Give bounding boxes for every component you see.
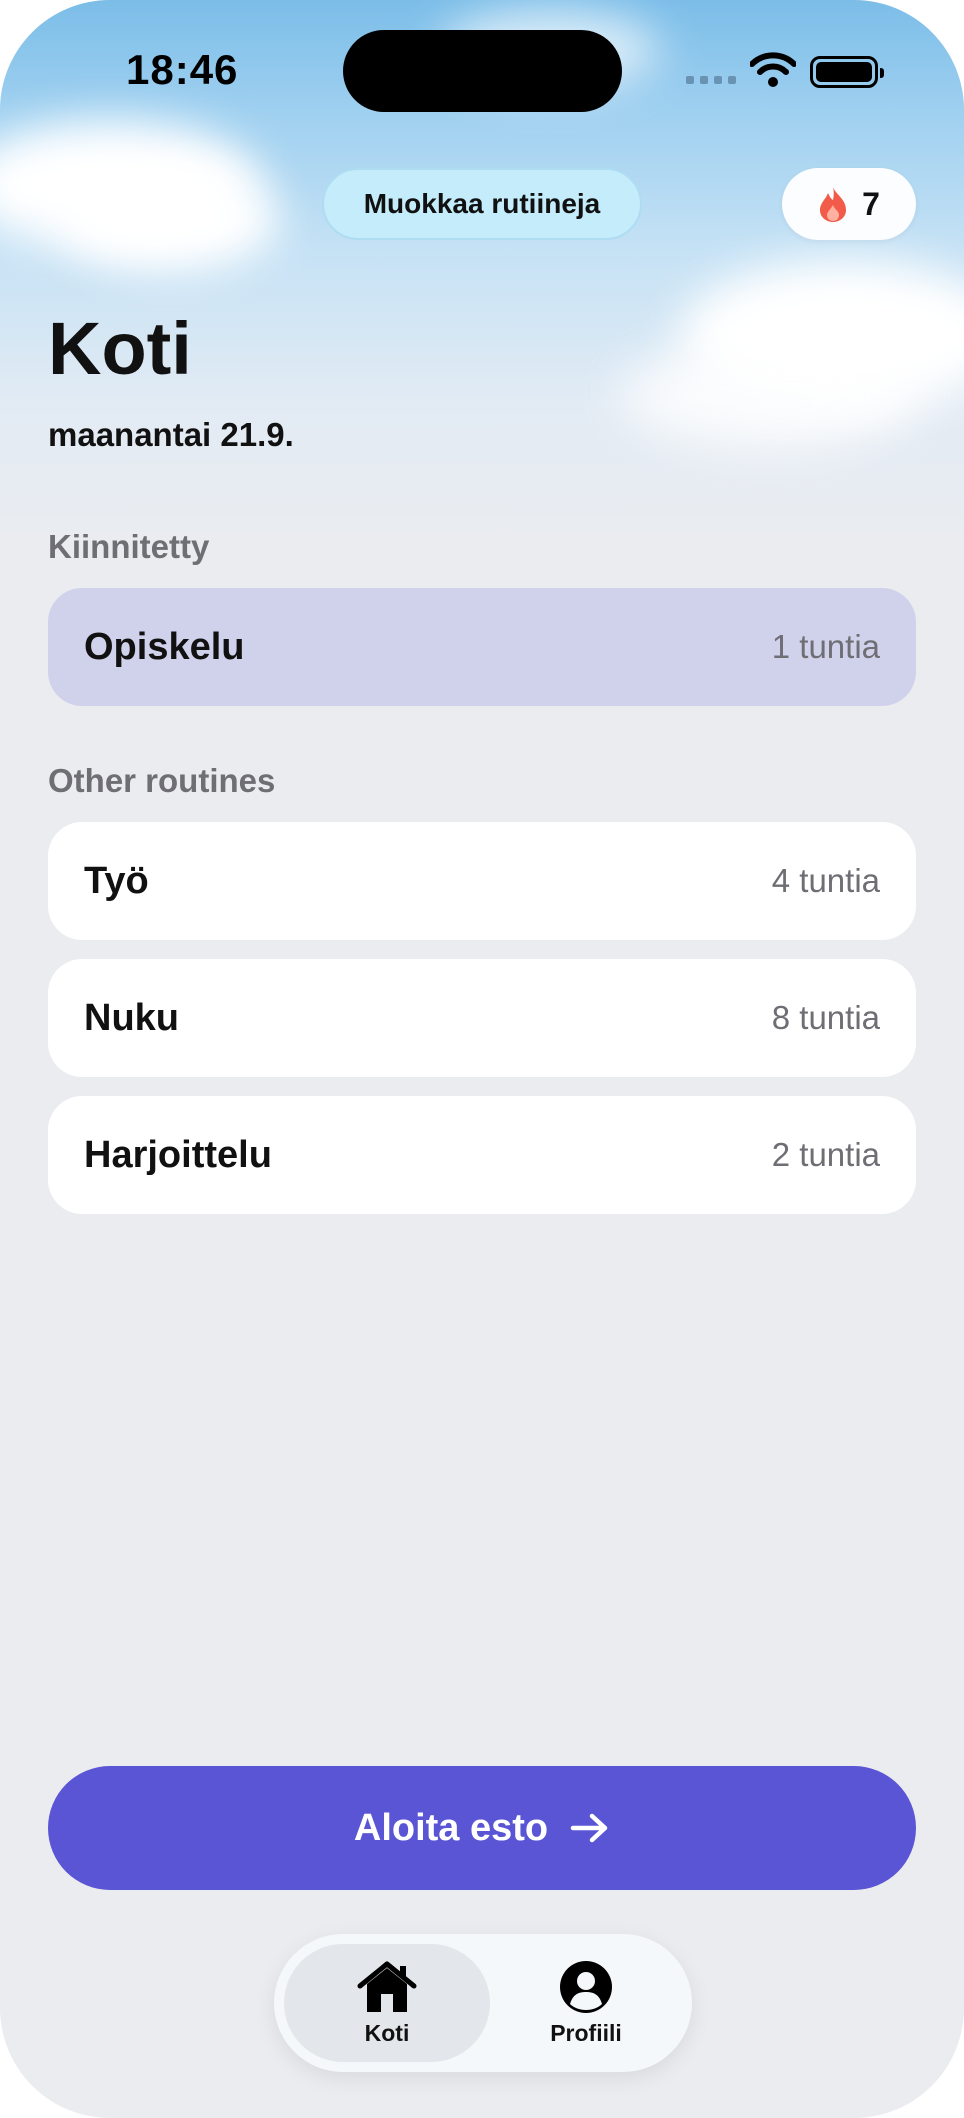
battery-icon [810, 56, 884, 88]
tab-profile-label: Profiili [550, 2019, 622, 2046]
routine-row[interactable]: Työ 4 tuntia [48, 822, 916, 940]
tab-home-label: Koti [364, 2019, 410, 2046]
status-bar: 18:46 [0, 0, 964, 140]
phone-screen: 18:46 Muokkaa rutiineja 7 Koti maanantai… [0, 0, 964, 2118]
tab-home[interactable]: Koti [284, 1944, 490, 2062]
routine-row[interactable]: Nuku 8 tuntia [48, 959, 916, 1077]
routine-duration: 4 tuntia [771, 862, 880, 899]
routine-name: Harjoittelu [84, 1133, 272, 1176]
dynamic-island [343, 30, 622, 112]
start-block-button[interactable]: Aloita esto [48, 1766, 916, 1890]
other-routines-label: Other routines [48, 762, 276, 799]
streak-count: 7 [862, 185, 880, 222]
routine-row[interactable]: Harjoittelu 2 tuntia [48, 1096, 916, 1214]
tab-profile[interactable]: Profiili [488, 1944, 684, 2062]
pinned-section-label: Kiinnitetty [48, 528, 210, 565]
start-block-label: Aloita esto [353, 1806, 549, 1849]
wifi-icon [750, 52, 796, 87]
routine-name: Työ [84, 859, 149, 902]
streak-badge[interactable]: 7 [782, 168, 916, 240]
routine-duration: 8 tuntia [771, 999, 880, 1036]
routine-duration: 2 tuntia [771, 1136, 880, 1173]
flame-icon [820, 187, 847, 222]
edit-routines-button[interactable]: Muokkaa rutiineja [322, 168, 642, 240]
tab-bar: Koti Profiili [274, 1934, 692, 2072]
page-date: maanantai 21.9. [48, 416, 294, 453]
profile-icon [560, 1960, 612, 2013]
routine-duration: 1 tuntia [771, 628, 880, 665]
cellular-signal-icon [686, 76, 736, 84]
routine-name: Opiskelu [84, 625, 245, 668]
routine-name: Nuku [84, 996, 179, 1039]
status-time: 18:46 [126, 46, 239, 93]
home-icon [357, 1961, 417, 2012]
arrow-right-icon [570, 1813, 608, 1843]
routine-row-pinned[interactable]: Opiskelu 1 tuntia [48, 588, 916, 706]
page-title: Koti [48, 307, 192, 390]
